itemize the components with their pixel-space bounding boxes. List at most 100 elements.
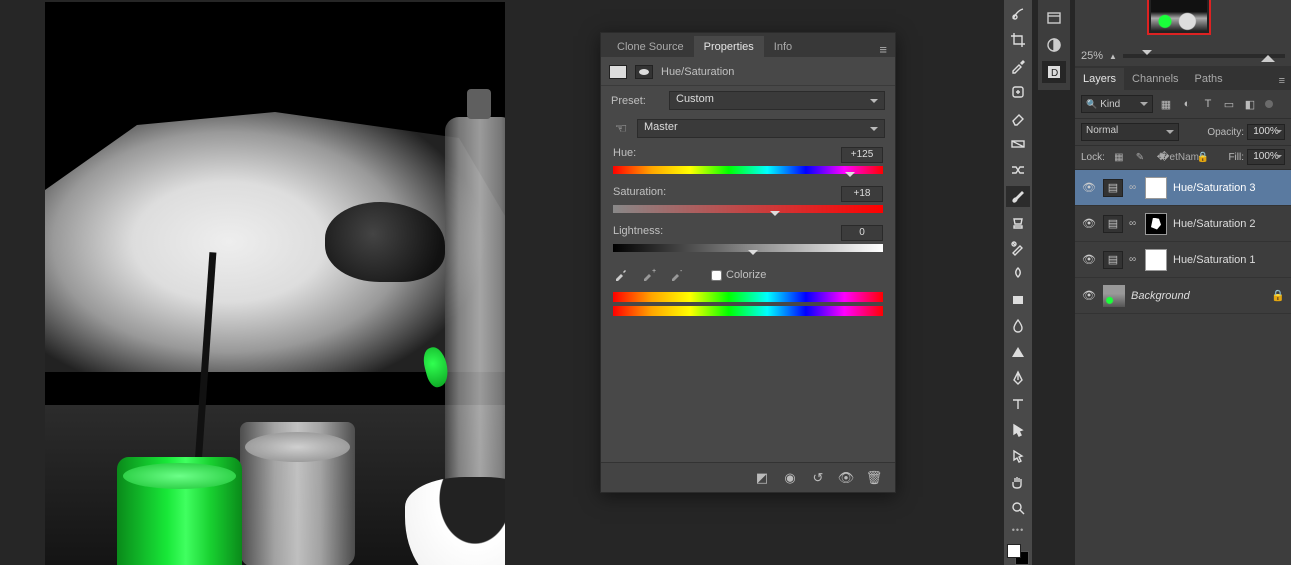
link-icon[interactable]: ∞ (1129, 218, 1139, 229)
lock-all-icon[interactable]: 🔒 (1196, 150, 1210, 164)
lock-image-icon[interactable]: ✎ (1133, 150, 1147, 164)
blend-mode-select[interactable]: Normal (1081, 123, 1179, 141)
filter-pixel-icon[interactable]: ▦ (1158, 96, 1174, 112)
visibility-icon[interactable]: 👁 (1081, 252, 1097, 268)
output-spectrum[interactable] (613, 306, 883, 316)
filter-adjust-icon[interactable]: ◐ (1179, 96, 1195, 112)
brush-tool-icon[interactable] (1006, 186, 1030, 207)
eyedropper-plus-icon[interactable]: + (641, 266, 661, 284)
visibility-icon[interactable]: 👁 (1081, 216, 1097, 232)
mask-thumb[interactable] (1145, 213, 1167, 235)
eyedropper-tool-icon[interactable] (1006, 56, 1030, 77)
clip-to-layer-icon[interactable]: ◩ (753, 470, 771, 486)
gradient-tool-icon[interactable] (1006, 134, 1030, 155)
saturation-label: Saturation: (613, 186, 666, 202)
lightness-value[interactable]: 0 (841, 225, 883, 241)
zoom-out-icon[interactable]: ▲ (1109, 52, 1117, 61)
hue-label: Hue: (613, 147, 636, 163)
link-icon[interactable]: ∞ (1129, 254, 1139, 265)
blur-tool-icon[interactable] (1006, 315, 1030, 336)
smudge-tool-icon[interactable] (1006, 264, 1030, 285)
lock-artboard-icon[interactable]: �etName (1175, 150, 1189, 164)
layer-name[interactable]: Hue/Saturation 3 (1173, 182, 1256, 194)
spot-healing-tool-icon[interactable] (1006, 82, 1030, 103)
layer-row[interactable]: 👁 ▤ ∞ Hue/Saturation 3 (1075, 170, 1291, 206)
properties-panel-icon[interactable]: D (1042, 61, 1066, 83)
properties-tabs: Clone Source Properties Info ≡ (601, 33, 895, 57)
link-icon[interactable]: ∞ (1129, 182, 1139, 193)
layer-row-background[interactable]: 👁 Background 🔒 (1075, 278, 1291, 314)
adjustments-panel-icon[interactable] (1042, 34, 1066, 56)
lightness-slider[interactable] (613, 244, 883, 252)
colorize-checkbox[interactable]: Colorize (711, 269, 766, 281)
eraser-tool-icon[interactable] (1006, 108, 1030, 129)
type-tool-icon[interactable] (1006, 393, 1030, 414)
layers-menu-icon[interactable]: ≡ (1273, 72, 1291, 90)
pen-tool-icon[interactable] (1006, 367, 1030, 388)
saturation-value[interactable]: +18 (841, 186, 883, 202)
foreground-color-swatch[interactable] (1007, 544, 1021, 558)
clone-stamp-tool-icon[interactable] (1006, 212, 1030, 233)
adjustment-thumb-icon: ▤ (1103, 215, 1123, 233)
healing-brush-tool-icon[interactable] (1006, 4, 1030, 25)
filter-smart-icon[interactable]: ◧ (1242, 96, 1258, 112)
color-swatches[interactable] (1007, 544, 1029, 565)
lock-icon[interactable]: 🔒 (1271, 289, 1285, 302)
shuffle-tool-icon[interactable] (1006, 160, 1030, 181)
preset-select[interactable]: Custom (669, 91, 885, 110)
visibility-icon[interactable]: 👁 (1081, 288, 1097, 304)
input-spectrum[interactable] (613, 292, 883, 302)
layer-name[interactable]: Hue/Saturation 1 (1173, 254, 1256, 266)
fill-value[interactable]: 100% (1247, 149, 1285, 165)
view-previous-icon[interactable]: ◉ (781, 470, 799, 486)
saturation-slider[interactable] (613, 205, 883, 213)
visibility-icon[interactable]: 👁 (1081, 180, 1097, 196)
document-canvas[interactable] (45, 2, 505, 565)
toggle-visibility-icon[interactable]: 👁 (837, 470, 855, 486)
layer-thumb (1103, 285, 1125, 307)
delete-adjustment-icon[interactable]: 🗑 (865, 470, 883, 486)
filter-type-icon[interactable]: T (1200, 96, 1216, 112)
layer-mask-icon[interactable] (635, 65, 653, 79)
history-brush-tool-icon[interactable] (1006, 238, 1030, 259)
mask-thumb[interactable] (1145, 177, 1167, 199)
opacity-value[interactable]: 100% (1247, 124, 1285, 140)
layer-filter-kind[interactable]: Kind (1081, 95, 1153, 113)
tab-channels[interactable]: Channels (1124, 68, 1186, 90)
preset-label: Preset: (611, 95, 663, 107)
lock-transparency-icon[interactable]: ▦ (1112, 150, 1126, 164)
zoom-tool-icon[interactable] (1006, 497, 1030, 518)
layer-row[interactable]: 👁 ▤ ∞ Hue/Saturation 1 (1075, 242, 1291, 278)
tab-layers[interactable]: Layers (1075, 68, 1124, 90)
hue-value[interactable]: +125 (841, 147, 883, 163)
crop-tool-icon[interactable] (1006, 30, 1030, 51)
direct-select-tool-icon[interactable] (1006, 445, 1030, 466)
layer-row[interactable]: 👁 ▤ ∞ Hue/Saturation 2 (1075, 206, 1291, 242)
lock-label: Lock: (1081, 152, 1105, 163)
panel-dock: D (1038, 0, 1070, 90)
tab-info[interactable]: Info (764, 36, 802, 57)
rectangle-tool-icon[interactable] (1006, 289, 1030, 310)
filter-shape-icon[interactable]: ▭ (1221, 96, 1237, 112)
history-panel-icon[interactable] (1042, 7, 1066, 29)
filter-toggle[interactable] (1265, 100, 1273, 108)
tab-clone-source[interactable]: Clone Source (607, 36, 694, 57)
zoom-slider[interactable] (1123, 54, 1285, 58)
layer-name[interactable]: Background (1131, 290, 1190, 302)
hue-slider[interactable] (613, 166, 883, 174)
layer-name[interactable]: Hue/Saturation 2 (1173, 218, 1256, 230)
targeted-adjust-tool-icon[interactable]: ☜ (611, 118, 631, 138)
mask-thumb[interactable] (1145, 249, 1167, 271)
reset-icon[interactable]: ↺ (809, 470, 827, 486)
hand-tool-icon[interactable] (1006, 471, 1030, 492)
tab-paths[interactable]: Paths (1187, 68, 1231, 90)
eyedropper-icon[interactable] (613, 266, 633, 284)
eyedropper-minus-icon[interactable]: - (669, 266, 689, 284)
zoom-value[interactable]: 25% (1081, 50, 1103, 62)
path-select-tool-icon[interactable] (1006, 419, 1030, 440)
panel-menu-icon[interactable]: ≡ (871, 42, 895, 57)
channel-select[interactable]: Master (637, 119, 885, 138)
triangle-tool-icon[interactable] (1006, 341, 1030, 362)
tab-properties[interactable]: Properties (694, 36, 764, 57)
navigator-thumbnail[interactable] (1147, 0, 1211, 35)
